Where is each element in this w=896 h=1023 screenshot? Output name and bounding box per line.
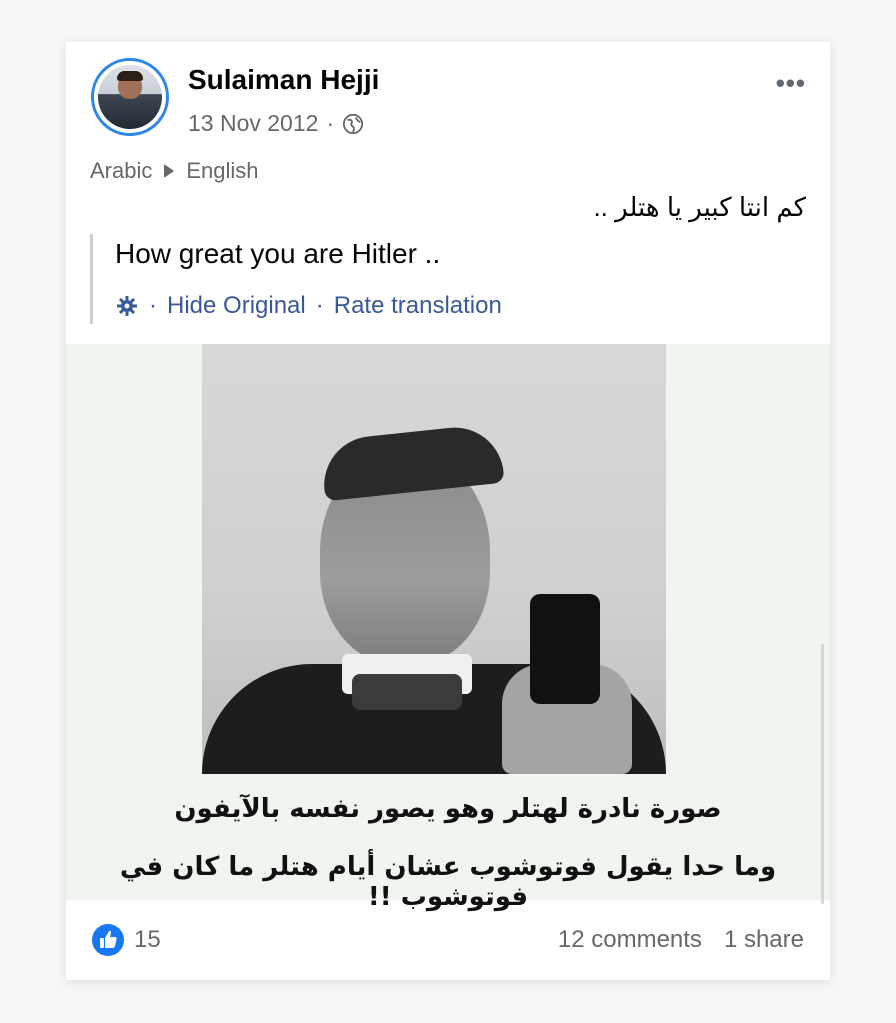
post-meta: 13 Nov 2012 · [188,110,364,137]
post-image[interactable]: صورة نادرة لهتلر وهو يصور نفسه بالآيفون … [66,344,830,912]
author-name[interactable]: Sulaiman Hejji [188,64,379,96]
link-separator: · [149,292,157,319]
shares-count[interactable]: 1 share [724,926,804,954]
image-caption-line1: صورة نادرة لهتلر وهو يصور نفسه بالآيفون [174,794,722,824]
globe-icon [343,113,364,134]
reactions[interactable]: 15 [92,924,161,956]
target-language: English [186,158,259,183]
post-card: Sulaiman Hejji 13 Nov 2012 · ••• Arabic … [66,42,830,980]
photo [202,344,666,774]
meta-separator: · [326,110,335,136]
translation-block: How great you are Hitler .. · Hide Origi… [90,234,815,324]
avatar-photo [98,65,162,129]
scrollbar[interactable] [821,644,824,904]
comments-count[interactable]: 12 comments [558,926,702,954]
hide-original-link[interactable]: Hide Original [167,292,306,320]
translation-links: · Hide Original · Rate translation [115,292,815,320]
link-separator: · [315,292,324,319]
source-language: Arabic [90,158,153,183]
more-options-icon[interactable]: ••• [776,68,806,99]
original-text: كم انتا كبير يا هتلر .. [593,192,806,222]
reactions-count: 15 [134,926,161,953]
post-date[interactable]: 13 Nov 2012 [188,110,318,137]
post-footer: 15 12 comments 1 share [66,900,830,980]
like-icon [92,924,124,956]
translation-languages: Arabic English [90,158,259,184]
post-stats: 12 comments 1 share [558,926,804,954]
arrow-right-icon [164,164,175,178]
gear-icon[interactable] [115,294,139,318]
rate-translation-link[interactable]: Rate translation [334,292,502,320]
translated-text: How great you are Hitler .. [115,238,441,269]
avatar[interactable] [91,58,169,136]
